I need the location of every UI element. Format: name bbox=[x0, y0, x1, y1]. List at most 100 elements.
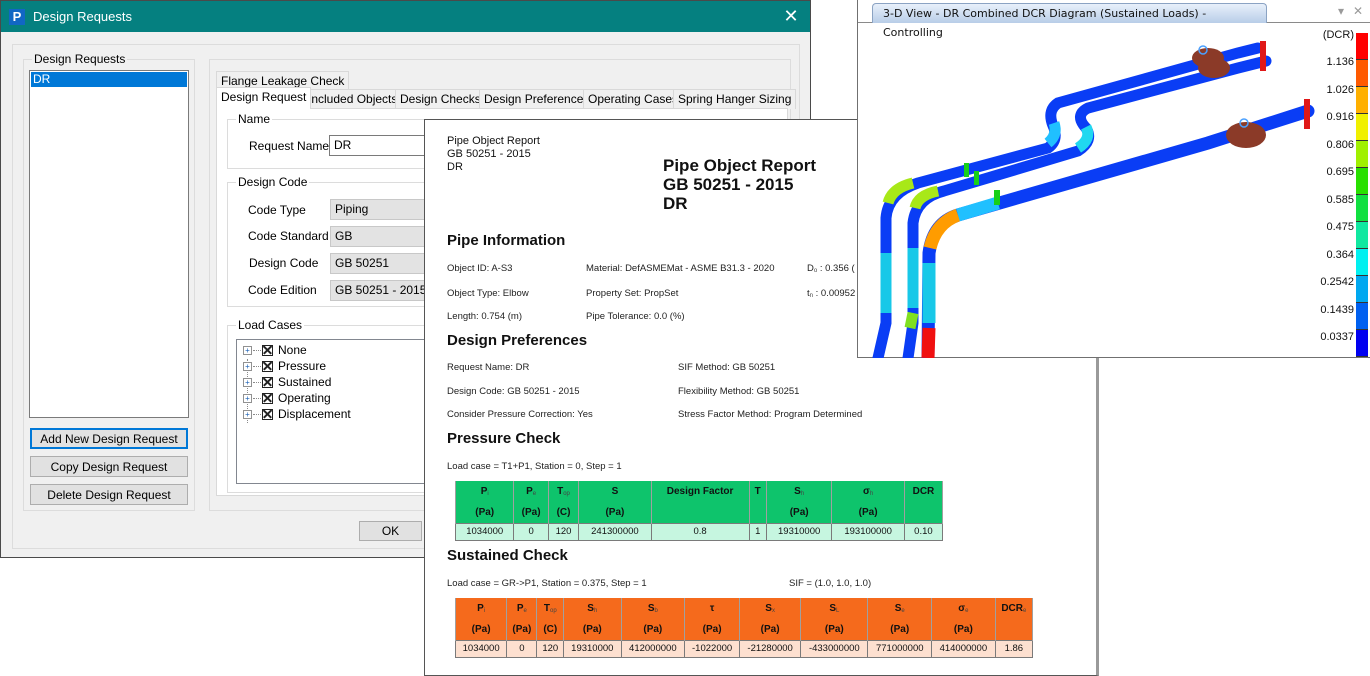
legend-color-segment bbox=[1356, 60, 1368, 87]
tab-3d-view[interactable]: 3-D View - DR Combined DCR Diagram (Sust… bbox=[872, 3, 1267, 39]
expand-icon[interactable]: + bbox=[243, 345, 252, 355]
checkbox-checked-icon[interactable] bbox=[262, 344, 273, 356]
column-unit: (Pa) bbox=[578, 502, 652, 523]
od-symbol: D bbox=[807, 263, 814, 274]
column-unit: (Pa) bbox=[454, 502, 515, 523]
ok-button[interactable]: OK bbox=[359, 521, 422, 541]
column-header: DCR bbox=[903, 481, 944, 502]
tree-item-none[interactable]: + None bbox=[243, 342, 307, 358]
pref-sif-method: SIF Method: GB 50251 bbox=[678, 362, 776, 373]
wall-thickness: tn : 0.00952 bbox=[807, 288, 855, 299]
column-unit: (Pa) bbox=[506, 619, 538, 640]
load-cases-tree[interactable]: + None + Pressure + Sustained + Operatin… bbox=[236, 339, 436, 484]
expand-icon[interactable]: + bbox=[243, 393, 252, 403]
table-cell: 120 bbox=[536, 639, 565, 658]
checkbox-checked-icon[interactable] bbox=[262, 360, 273, 372]
close-icon[interactable]: ✕ bbox=[780, 6, 802, 27]
legend-tick-label: 0.916 bbox=[1326, 111, 1354, 123]
table-cell: 414000000 bbox=[931, 639, 996, 658]
column-unit bbox=[903, 502, 944, 523]
tree-item-label: Pressure bbox=[278, 359, 327, 373]
pipe-information-heading: Pipe Information bbox=[447, 232, 566, 249]
column-unit: (Pa) bbox=[684, 619, 741, 640]
legend-tick-label: 0.2542 bbox=[1320, 276, 1354, 288]
tab-included-objects[interactable]: Included Objects bbox=[303, 89, 403, 109]
table-unit-row: (Pa) (Pa) (C) (Pa) (Pa) (Pa) (Pa) (Pa) (Pa) (Pa) bbox=[454, 619, 1034, 640]
legend-color-segment bbox=[1356, 114, 1368, 141]
list-item-dr[interactable]: DR bbox=[31, 72, 187, 87]
sustained-check-table: Pi Pe Top Sh Sb τ Sx SL Se σe DCRe (Pa) (Pa) (C) (Pa)(… bbox=[454, 598, 1034, 658]
expand-icon[interactable]: + bbox=[243, 409, 252, 419]
dropdown-icon[interactable]: ▾ bbox=[1338, 4, 1344, 18]
table-cell: 193100000 bbox=[831, 522, 905, 541]
object-type: Object Type: Elbow bbox=[447, 288, 529, 299]
report-title: Pipe Object Report GB 50251 - 2015 DR bbox=[663, 156, 816, 213]
expand-icon[interactable]: + bbox=[243, 377, 252, 387]
design-requests-list[interactable]: DR bbox=[29, 70, 189, 418]
tab-spring-hanger-sizing[interactable]: Spring Hanger Sizing bbox=[673, 89, 797, 109]
table-cell: 0.10 bbox=[903, 522, 944, 541]
report-title-line: DR bbox=[663, 194, 688, 213]
tree-item-displacement[interactable]: + Displacement bbox=[243, 406, 351, 422]
table-cell: 1 bbox=[748, 522, 767, 541]
header-subscript: i bbox=[487, 491, 489, 497]
tab-design-checks[interactable]: Design Checks bbox=[395, 89, 486, 109]
column-unit: (C) bbox=[536, 619, 565, 640]
checkbox-checked-icon[interactable] bbox=[262, 376, 273, 388]
legend-tick-label: 0.0337 bbox=[1320, 331, 1354, 343]
header-subscript: L bbox=[835, 608, 840, 614]
add-new-design-request-button[interactable]: Add New Design Request bbox=[30, 428, 188, 449]
pref-request-name: Request Name: DR bbox=[447, 362, 530, 373]
column-header: Design Factor bbox=[650, 481, 750, 502]
checkbox-checked-icon[interactable] bbox=[262, 408, 273, 420]
header-subscript: e bbox=[901, 608, 905, 614]
header-subscript: h bbox=[869, 491, 874, 497]
column-header: DCRe bbox=[994, 598, 1034, 619]
copy-design-request-button[interactable]: Copy Design Request bbox=[30, 456, 188, 477]
table-cell: 0.8 bbox=[650, 522, 750, 541]
legend-color-segment bbox=[1356, 195, 1368, 222]
report-header-line: GB 50251 - 2015 bbox=[447, 148, 531, 160]
column-header: Pe bbox=[513, 481, 549, 502]
dialog-title-bar[interactable]: P Design Requests ✕ bbox=[1, 1, 810, 32]
close-icon[interactable]: ✕ bbox=[1353, 4, 1363, 18]
tree-item-sustained[interactable]: + Sustained bbox=[243, 374, 331, 390]
table-row: 1034000 0 120 19310000 412000000 -1022000 -212… bbox=[454, 639, 1034, 658]
pipe-support-icon bbox=[964, 163, 969, 177]
header-symbol: τ bbox=[709, 603, 715, 614]
header-symbol: S bbox=[587, 603, 594, 614]
table-cell: 120 bbox=[547, 522, 580, 541]
3d-view-window: 3-D View - DR Combined DCR Diagram (Sust… bbox=[857, 0, 1370, 358]
tree-item-pressure[interactable]: + Pressure bbox=[243, 358, 326, 374]
load-cases-group-label: Load Cases bbox=[236, 318, 305, 332]
expand-icon[interactable]: + bbox=[243, 361, 252, 371]
tree-item-label: Sustained bbox=[278, 375, 332, 389]
legend-color-segment bbox=[1356, 222, 1368, 249]
code-standard-label: Code Standard bbox=[248, 229, 329, 243]
column-header: T bbox=[748, 481, 767, 502]
tab-design-request[interactable]: Design Request bbox=[216, 87, 312, 109]
dialog-title: Design Requests bbox=[33, 9, 132, 24]
column-header: S bbox=[578, 481, 652, 502]
table-unit-row: (Pa) (Pa) (C) (Pa) (Pa) (Pa) bbox=[454, 502, 944, 523]
column-unit: (Pa) bbox=[931, 619, 996, 640]
column-header: SL bbox=[800, 598, 869, 619]
column-unit: (Pa) bbox=[620, 619, 686, 640]
tab-operating-cases[interactable]: Operating Cases bbox=[583, 89, 684, 109]
flange-icon bbox=[1304, 99, 1310, 129]
tab-design-preferences[interactable]: Design Preferences bbox=[479, 89, 595, 109]
tree-item-operating[interactable]: + Operating bbox=[243, 390, 331, 406]
column-unit bbox=[650, 502, 750, 523]
header-symbol: Design Factor bbox=[666, 486, 734, 497]
property-set: Property Set: PropSet bbox=[586, 288, 679, 299]
checkbox-checked-icon[interactable] bbox=[262, 392, 273, 404]
header-symbol: S bbox=[765, 603, 772, 614]
table-cell: 1.86 bbox=[994, 639, 1034, 658]
pipe-support-icon bbox=[994, 190, 1000, 205]
legend-tick-label: 1.136 bbox=[1326, 56, 1354, 68]
column-unit: (Pa) bbox=[513, 502, 549, 523]
design-preferences-heading: Design Preferences bbox=[447, 332, 588, 349]
delete-design-request-button[interactable]: Delete Design Request bbox=[30, 484, 188, 505]
pipe-model-canvas[interactable] bbox=[858, 23, 1370, 358]
legend-color-segment bbox=[1356, 330, 1368, 357]
